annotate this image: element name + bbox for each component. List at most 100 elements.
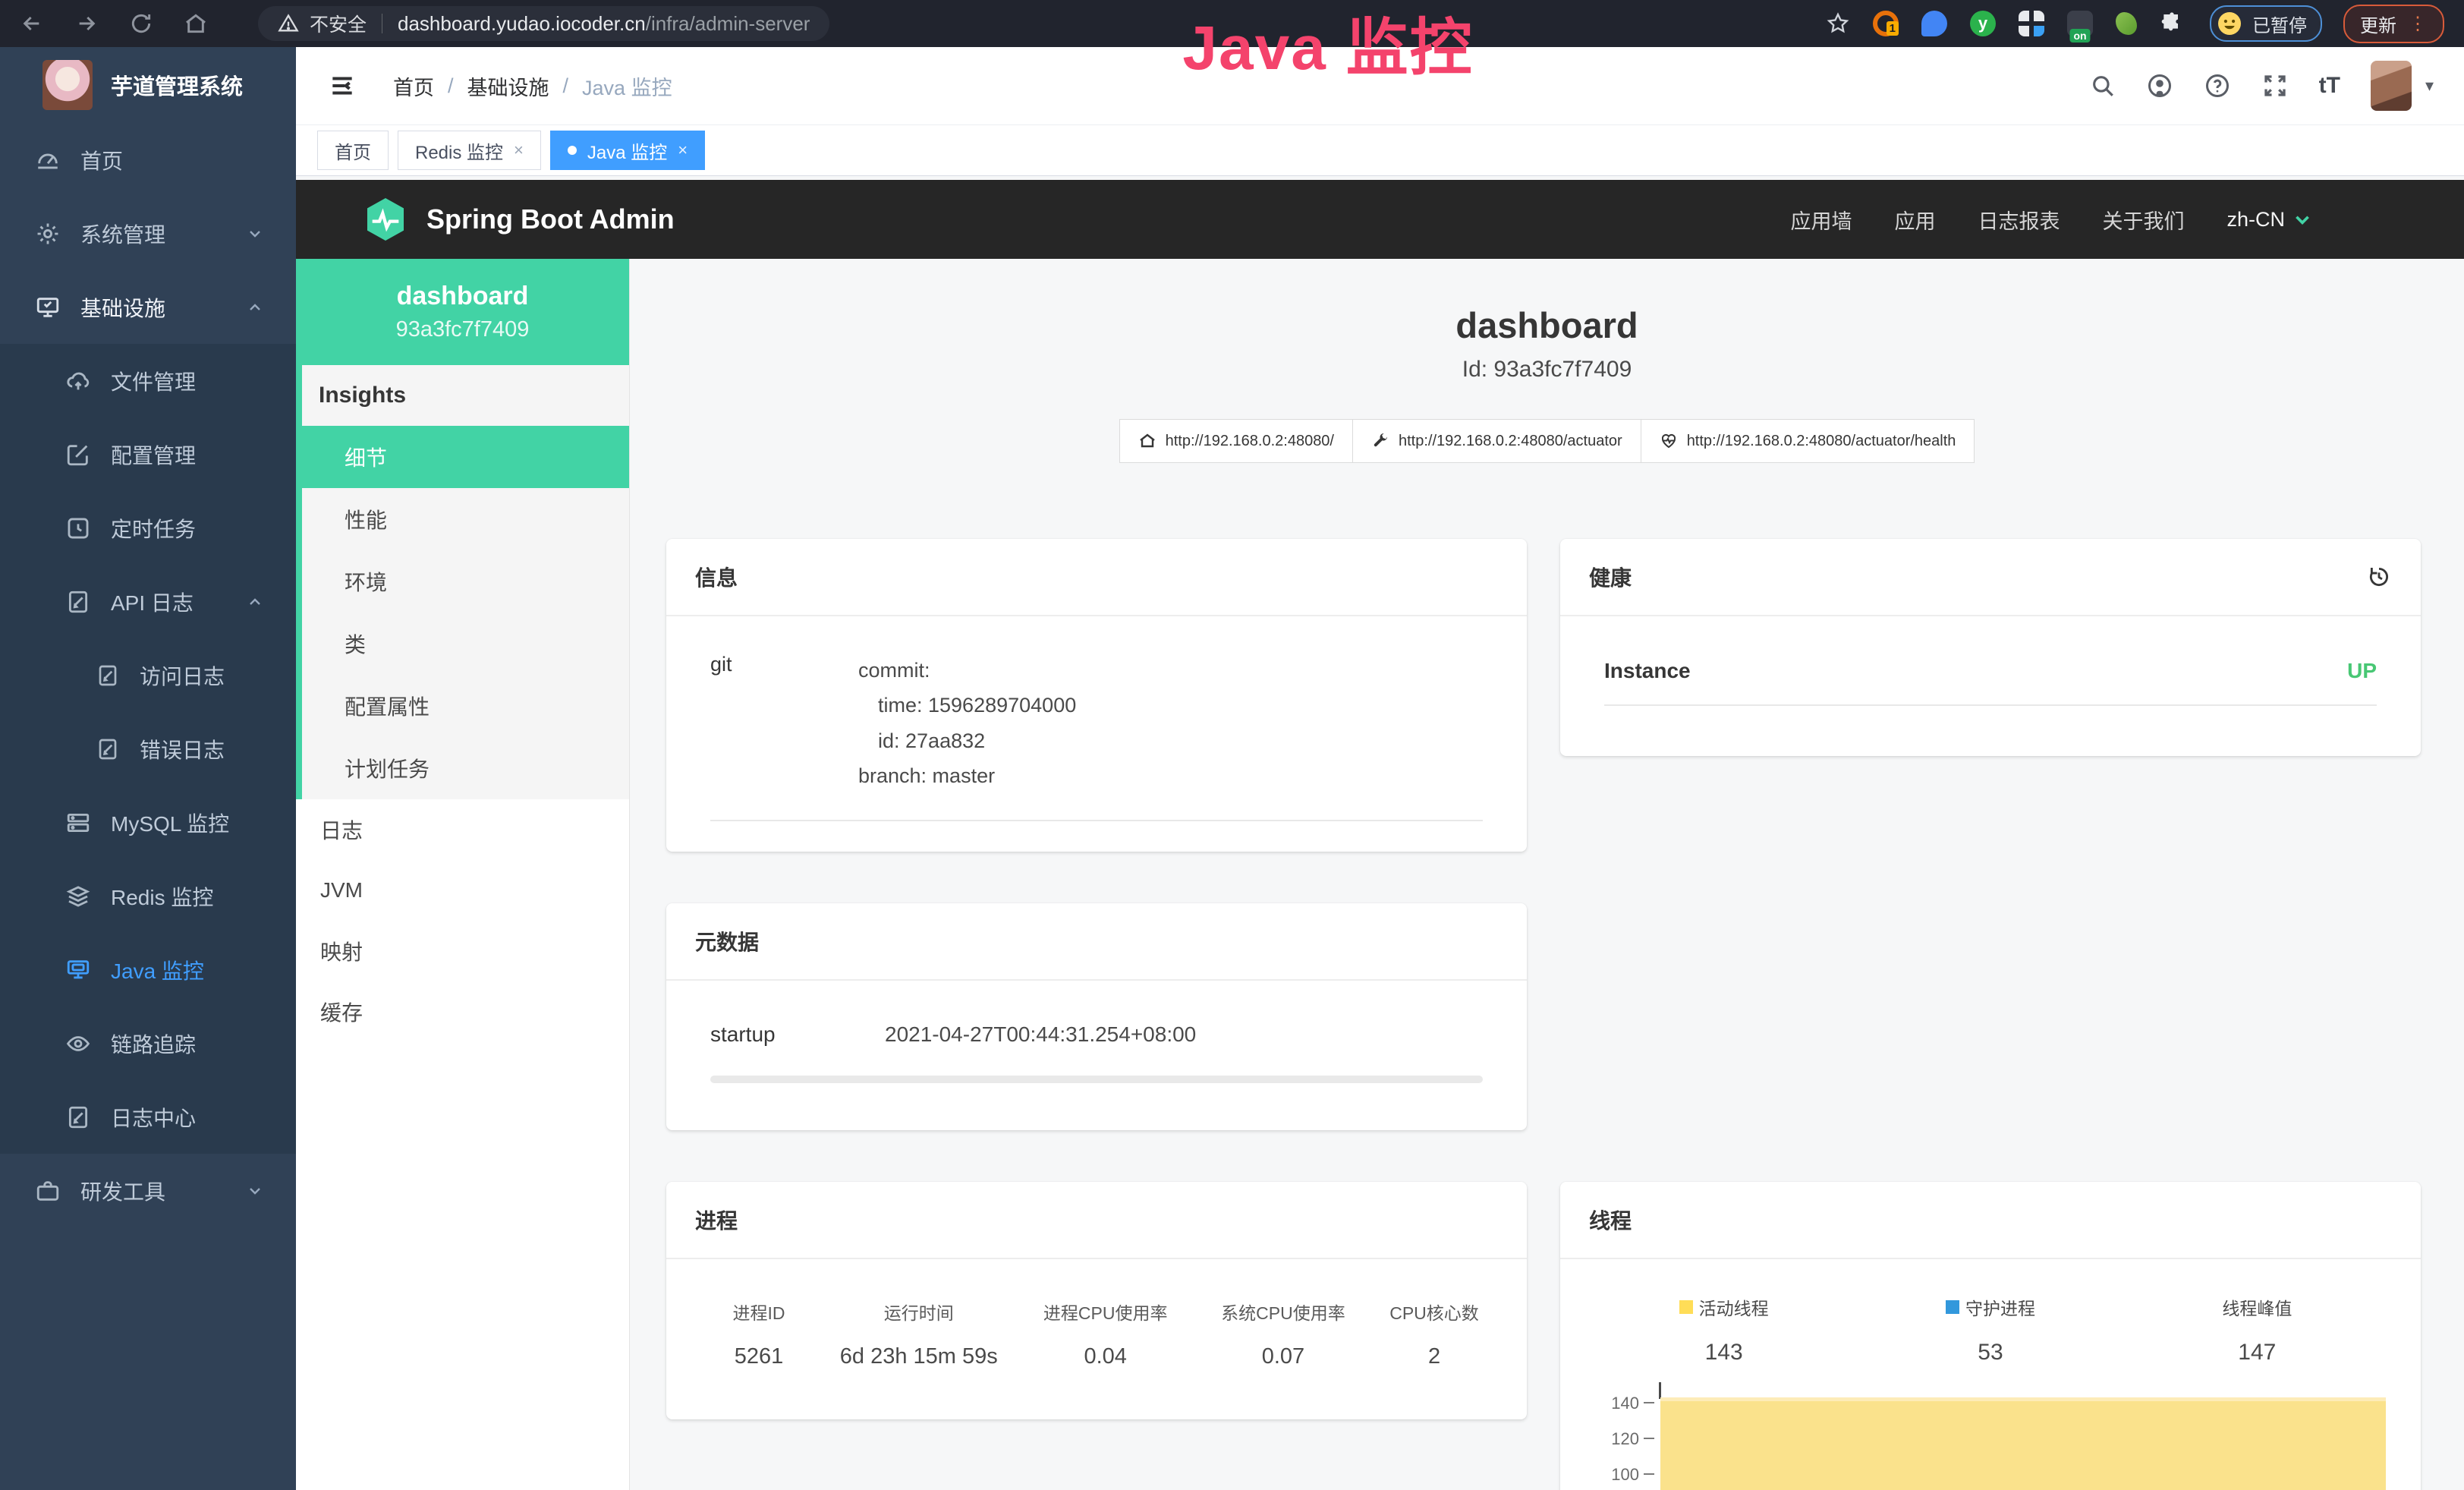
process-col-header: 进程ID <box>697 1299 821 1325</box>
metadata-card-body: startup 2021-04-27T00:44:31.254+08:00 <box>666 981 1527 1130</box>
sba-menu-caches[interactable]: 缓存 <box>296 981 629 1042</box>
profile-paused-badge[interactable]: 已暂停 <box>2210 5 2322 42</box>
instance-title: dashboard <box>666 304 2428 346</box>
legend-swatch-live <box>1679 1300 1693 1314</box>
extension-icon-pin[interactable] <box>1921 11 1947 36</box>
help-icon[interactable] <box>2204 72 2231 99</box>
clock-icon <box>65 515 91 541</box>
sidebar-item-log-center[interactable]: 日志中心 <box>0 1080 296 1154</box>
close-icon[interactable]: × <box>678 140 688 160</box>
server-icon <box>65 810 91 836</box>
sidebar-item-system-management[interactable]: 系统管理 <box>0 197 296 270</box>
extension-icon-leaf[interactable] <box>2116 12 2137 35</box>
not-secure-warning-icon[interactable] <box>278 13 299 34</box>
sba-nav-journal[interactable]: 日志报表 <box>1978 205 2060 235</box>
sidebar-item-error-logs[interactable]: 错误日志 <box>0 712 296 786</box>
font-size-icon[interactable]: tT <box>2319 73 2340 99</box>
instance-id-line: Id: 93a3fc7f7409 <box>666 357 2428 383</box>
chevron-down-icon <box>2292 209 2312 229</box>
actuator-url-button[interactable]: http://192.168.0.2:48080/actuator <box>1352 419 1641 463</box>
sba-nav-applications[interactable]: 应用 <box>1894 205 1935 235</box>
info-card-header: 信息 <box>666 539 1527 616</box>
sba-instance-sidebar: dashboard 93a3fc7f7409 Insights 细节 性能 环境… <box>296 259 630 1490</box>
extension-icon-colorful[interactable]: 1 <box>1873 11 1899 36</box>
sidebar-item-scheduled-jobs[interactable]: 定时任务 <box>0 491 296 565</box>
sidebar-item-config-management[interactable]: 配置管理 <box>0 417 296 491</box>
tab-home[interactable]: 首页 <box>317 131 389 170</box>
address-bar[interactable]: 不安全 dashboard.yudao.iocoder.cn/infra/adm… <box>258 6 829 41</box>
sba-logo-icon <box>361 195 410 244</box>
sba-menu-mappings[interactable]: 映射 <box>296 921 629 981</box>
sba-nav-wallboard[interactable]: 应用墙 <box>1790 205 1852 235</box>
sba-menu-logs[interactable]: 日志 <box>296 799 629 860</box>
sba-insights-section: Insights 细节 性能 环境 类 配置属性 计划任务 <box>296 365 629 799</box>
sidebar-item-mysql-monitor[interactable]: MySQL 监控 <box>0 786 296 859</box>
history-icon[interactable] <box>2366 564 2392 590</box>
home-icon <box>1138 432 1156 450</box>
sidebar-item-java-monitor[interactable]: Java 监控 <box>0 933 296 1006</box>
monitor-icon <box>35 295 61 320</box>
metadata-value: 2021-04-27T00:44:31.254+08:00 <box>885 1022 1196 1047</box>
search-icon[interactable] <box>2090 73 2116 99</box>
sidebar-item-infrastructure[interactable]: 基础设施 <box>0 270 296 344</box>
info-card: 信息 git commit: time: 1596289704000 id: 2… <box>666 539 1527 852</box>
close-icon[interactable]: × <box>514 140 524 160</box>
sidebar-item-api-logs[interactable]: API 日志 <box>0 565 296 638</box>
sba-brand[interactable]: Spring Boot Admin <box>361 195 675 244</box>
instance-links: http://192.168.0.2:48080/ http://192.168… <box>666 419 2428 463</box>
info-key: git <box>710 653 858 794</box>
user-menu-caret-icon[interactable]: ▾ <box>2425 76 2434 96</box>
health-instance-row[interactable]: Instance UP <box>1604 659 2377 683</box>
sba-menu-scheduled-tasks[interactable]: 计划任务 <box>302 737 629 799</box>
app-title: 芋道管理系统 <box>111 69 243 101</box>
sidebar-item-tracing[interactable]: 链路追踪 <box>0 1006 296 1080</box>
fullscreen-icon[interactable] <box>2261 72 2289 99</box>
sidebar-collapse-icon[interactable] <box>328 71 357 100</box>
bookmark-star-icon[interactable] <box>1826 11 1850 36</box>
user-avatar[interactable] <box>2371 61 2412 111</box>
health-card: 健康 Instance UP <box>1560 539 2421 756</box>
service-url-button[interactable]: http://192.168.0.2:48080/ <box>1119 419 1353 463</box>
app-logo <box>42 60 93 110</box>
browser-update-button[interactable]: 更新 ⋮ <box>2343 5 2444 43</box>
smiley-avatar-icon <box>2216 10 2243 37</box>
app-logo-row[interactable]: 芋道管理系统 <box>0 47 296 123</box>
info-card-body: git commit: time: 1596289704000 id: 27aa… <box>666 616 1527 852</box>
extension-icon-switch[interactable]: on <box>2067 11 2093 36</box>
reload-icon[interactable] <box>129 11 153 36</box>
breadcrumb-infrastructure[interactable]: 基础设施 <box>467 71 549 101</box>
eye-icon <box>65 1031 91 1057</box>
process-col-value: 0.07 <box>1194 1344 1372 1369</box>
threads-peak-value: 147 <box>2238 1340 2276 1366</box>
process-col-value: 6d 23h 15m 59s <box>821 1344 1017 1369</box>
extension-icon-grid[interactable] <box>2019 11 2044 36</box>
sba-menu-metrics[interactable]: 性能 <box>302 488 629 550</box>
back-icon[interactable] <box>20 11 44 36</box>
sba-nav-about[interactable]: 关于我们 <box>2102 205 2184 235</box>
sba-menu-jvm[interactable]: JVM <box>296 860 629 921</box>
forward-icon[interactable] <box>74 11 99 36</box>
home-icon[interactable] <box>184 11 208 36</box>
sba-menu-environment[interactable]: 环境 <box>302 550 629 613</box>
sba-instance-header[interactable]: dashboard 93a3fc7f7409 <box>296 259 629 365</box>
log-edit-icon <box>65 589 91 615</box>
sidebar-item-file-management[interactable]: 文件管理 <box>0 344 296 417</box>
browser-menu-icon[interactable]: ⋮ <box>2409 13 2428 35</box>
layers-icon <box>65 884 91 909</box>
breadcrumb-home[interactable]: 首页 <box>393 71 434 101</box>
health-url-button[interactable]: http://192.168.0.2:48080/actuator/health <box>1641 419 1975 463</box>
github-icon[interactable] <box>2146 72 2173 99</box>
scrollbar-track[interactable] <box>710 1076 1483 1083</box>
sidebar-item-redis-monitor[interactable]: Redis 监控 <box>0 859 296 933</box>
extension-icon-puzzle[interactable] <box>2160 11 2184 36</box>
sidebar-item-access-logs[interactable]: 访问日志 <box>0 638 296 712</box>
tab-java-monitor[interactable]: Java 监控 × <box>550 131 705 170</box>
sidebar-item-home[interactable]: 首页 <box>0 123 296 197</box>
sba-menu-config-props[interactable]: 配置属性 <box>302 675 629 737</box>
tab-redis-monitor[interactable]: Redis 监控 × <box>398 131 541 170</box>
sba-language-selector[interactable]: zh-CN <box>2226 208 2312 232</box>
extension-icon-y[interactable]: y <box>1970 11 1996 36</box>
sidebar-item-dev-tools[interactable]: 研发工具 <box>0 1154 296 1227</box>
sba-menu-details[interactable]: 细节 <box>302 426 629 488</box>
sba-menu-classes[interactable]: 类 <box>302 613 629 675</box>
